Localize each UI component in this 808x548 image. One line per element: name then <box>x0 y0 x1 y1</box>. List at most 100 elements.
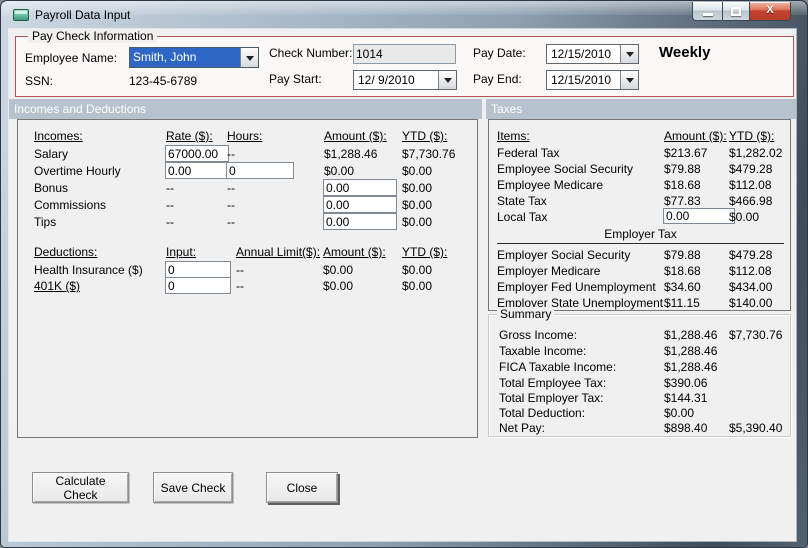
health-insurance-input[interactable] <box>165 261 231 278</box>
tax-amount: $18.68 <box>664 178 701 192</box>
health-insurance-amount: $0.00 <box>323 263 354 277</box>
pay-date-dropdown-button[interactable] <box>620 45 638 63</box>
summary-group-label: Summary <box>497 307 555 321</box>
salary-amount: $1,288.46 <box>324 147 378 161</box>
amount-col-header: Amount ($): <box>664 129 727 143</box>
employee-name-dropdown-button[interactable] <box>240 48 258 67</box>
maximize-button[interactable] <box>722 2 750 21</box>
app-icon <box>13 9 29 21</box>
amount-col-header: Amount ($): <box>323 245 386 259</box>
tax-amount: $11.15 <box>664 296 700 310</box>
summary-amount: $898.40 <box>664 421 708 435</box>
window-title: Payroll Data Input <box>35 8 131 22</box>
summary-label: FICA Taxable Income: <box>499 360 617 374</box>
chevron-down-icon <box>625 52 634 57</box>
health-insurance-ytd: $0.00 <box>402 263 433 277</box>
save-check-button[interactable]: Save Check <box>153 472 233 503</box>
pay-start-dropdown-button[interactable] <box>438 71 456 89</box>
check-number-label: Check Number: <box>269 46 353 60</box>
taxes-section-header: Taxes <box>486 99 796 119</box>
401k-input[interactable] <box>165 277 231 294</box>
pay-date-label: Pay Date: <box>473 46 526 60</box>
items-col-header: Items: <box>497 129 530 143</box>
tax-label: Employee Social Security <box>497 162 634 176</box>
employee-name-selected-value: Smith, John <box>130 48 240 67</box>
tax-amount: $18.68 <box>664 264 701 278</box>
overtime-rate-input[interactable] <box>165 162 229 179</box>
amount-col-header: Amount ($): <box>324 129 387 143</box>
minimize-button[interactable] <box>692 2 722 21</box>
close-window-button[interactable]: X <box>750 2 791 21</box>
tips-ytd: $0.00 <box>402 215 433 229</box>
pay-date-value: 12/15/2010 <box>551 47 612 61</box>
summary-label: Total Deduction: <box>499 406 586 420</box>
income-label: Commissions <box>34 198 107 212</box>
paycheck-info-group-label: Pay Check Information <box>28 29 158 43</box>
title-bar[interactable]: Payroll Data Input X <box>1 1 807 29</box>
pay-start-value: 12/ 9/2010 <box>358 73 415 87</box>
calculate-check-button[interactable]: Calculate Check <box>32 472 129 503</box>
close-button[interactable]: Close <box>266 472 338 503</box>
income-label: Salary <box>34 147 69 161</box>
tax-amount: $79.88 <box>664 248 701 262</box>
tax-ytd: $466.98 <box>729 194 773 208</box>
income-label: Tips <box>34 215 57 229</box>
minimize-icon <box>702 13 713 16</box>
tax-amount: $213.67 <box>664 146 708 160</box>
deduction-label: Health Insurance ($) <box>34 263 143 277</box>
pay-start-picker[interactable]: 12/ 9/2010 <box>353 70 457 90</box>
pay-start-label: Pay Start: <box>269 72 322 86</box>
tax-label: Employer Fed Unemployment <box>497 280 656 294</box>
tax-label: State Tax <box>497 194 547 208</box>
overtime-hours-input[interactable] <box>226 162 294 179</box>
health-insurance-limit: -- <box>236 263 244 277</box>
local-tax-input[interactable] <box>663 208 735 224</box>
pay-end-value: 12/15/2010 <box>551 73 612 87</box>
ssn-value: 123-45-6789 <box>129 74 198 88</box>
employee-name-combobox[interactable]: Smith, John <box>129 47 259 68</box>
payroll-window: Payroll Data Input X Pay Check Informati… <box>0 0 808 548</box>
ssn-label: SSN: <box>25 74 54 88</box>
overtime-ytd: $0.00 <box>402 164 433 178</box>
chevron-down-icon <box>443 78 452 83</box>
tax-label: Employee Medicare <box>497 178 604 192</box>
chevron-down-icon <box>625 78 634 83</box>
401k-ytd: $0.00 <box>402 279 433 293</box>
summary-amount: $144.31 <box>664 391 708 405</box>
pay-end-dropdown-button[interactable] <box>620 71 638 89</box>
tax-ytd: $112.08 <box>729 264 772 278</box>
window-controls: X <box>692 2 791 21</box>
income-label: Bonus <box>34 181 69 195</box>
commissions-ytd: $0.00 <box>402 198 433 212</box>
pay-end-picker[interactable]: 12/15/2010 <box>546 70 639 90</box>
summary-amount: $390.06 <box>664 376 708 390</box>
annual-limit-col-header: Annual Limit($): <box>236 245 321 259</box>
overtime-amount: $0.00 <box>324 164 355 178</box>
tax-amount: $34.60 <box>664 280 701 294</box>
incomes-deductions-panel: Incomes: Rate ($): Hours: Amount ($): YT… <box>17 119 478 438</box>
deductions-col-header: Deductions: <box>34 245 98 259</box>
tax-ytd: $479.28 <box>729 248 773 262</box>
close-icon: X <box>766 4 774 16</box>
tax-amount: $79.88 <box>664 162 701 176</box>
check-number-field[interactable] <box>353 44 456 64</box>
tax-amount: $77.83 <box>664 194 701 208</box>
summary-label: Total Employee Tax: <box>499 376 607 390</box>
taxes-panel: Items: Amount ($): YTD ($): Federal Tax … <box>488 119 791 311</box>
input-col-header: Input: <box>166 245 197 259</box>
summary-label: Net Pay: <box>499 421 546 435</box>
incomes-col-header: Incomes: <box>34 129 83 143</box>
form-client-area: Pay Check Information Employee Name: Smi… <box>9 29 796 541</box>
commissions-amount-input[interactable] <box>323 196 397 213</box>
tax-ytd: $479.28 <box>729 162 773 176</box>
summary-group: Summary Gross Income: $1,288.46 $7,730.7… <box>488 307 791 437</box>
401k-link[interactable]: 401K ($) <box>34 279 80 293</box>
bonus-amount-input[interactable] <box>323 179 397 196</box>
pay-date-picker[interactable]: 12/15/2010 <box>546 44 639 64</box>
bonus-ytd: $0.00 <box>402 181 433 195</box>
tips-amount-input[interactable] <box>323 213 397 230</box>
tips-rate: -- <box>166 215 174 229</box>
summary-amount: $1,288.46 <box>664 360 718 374</box>
salary-rate-input[interactable] <box>165 145 229 162</box>
rate-col-header: Rate ($): <box>166 129 213 143</box>
